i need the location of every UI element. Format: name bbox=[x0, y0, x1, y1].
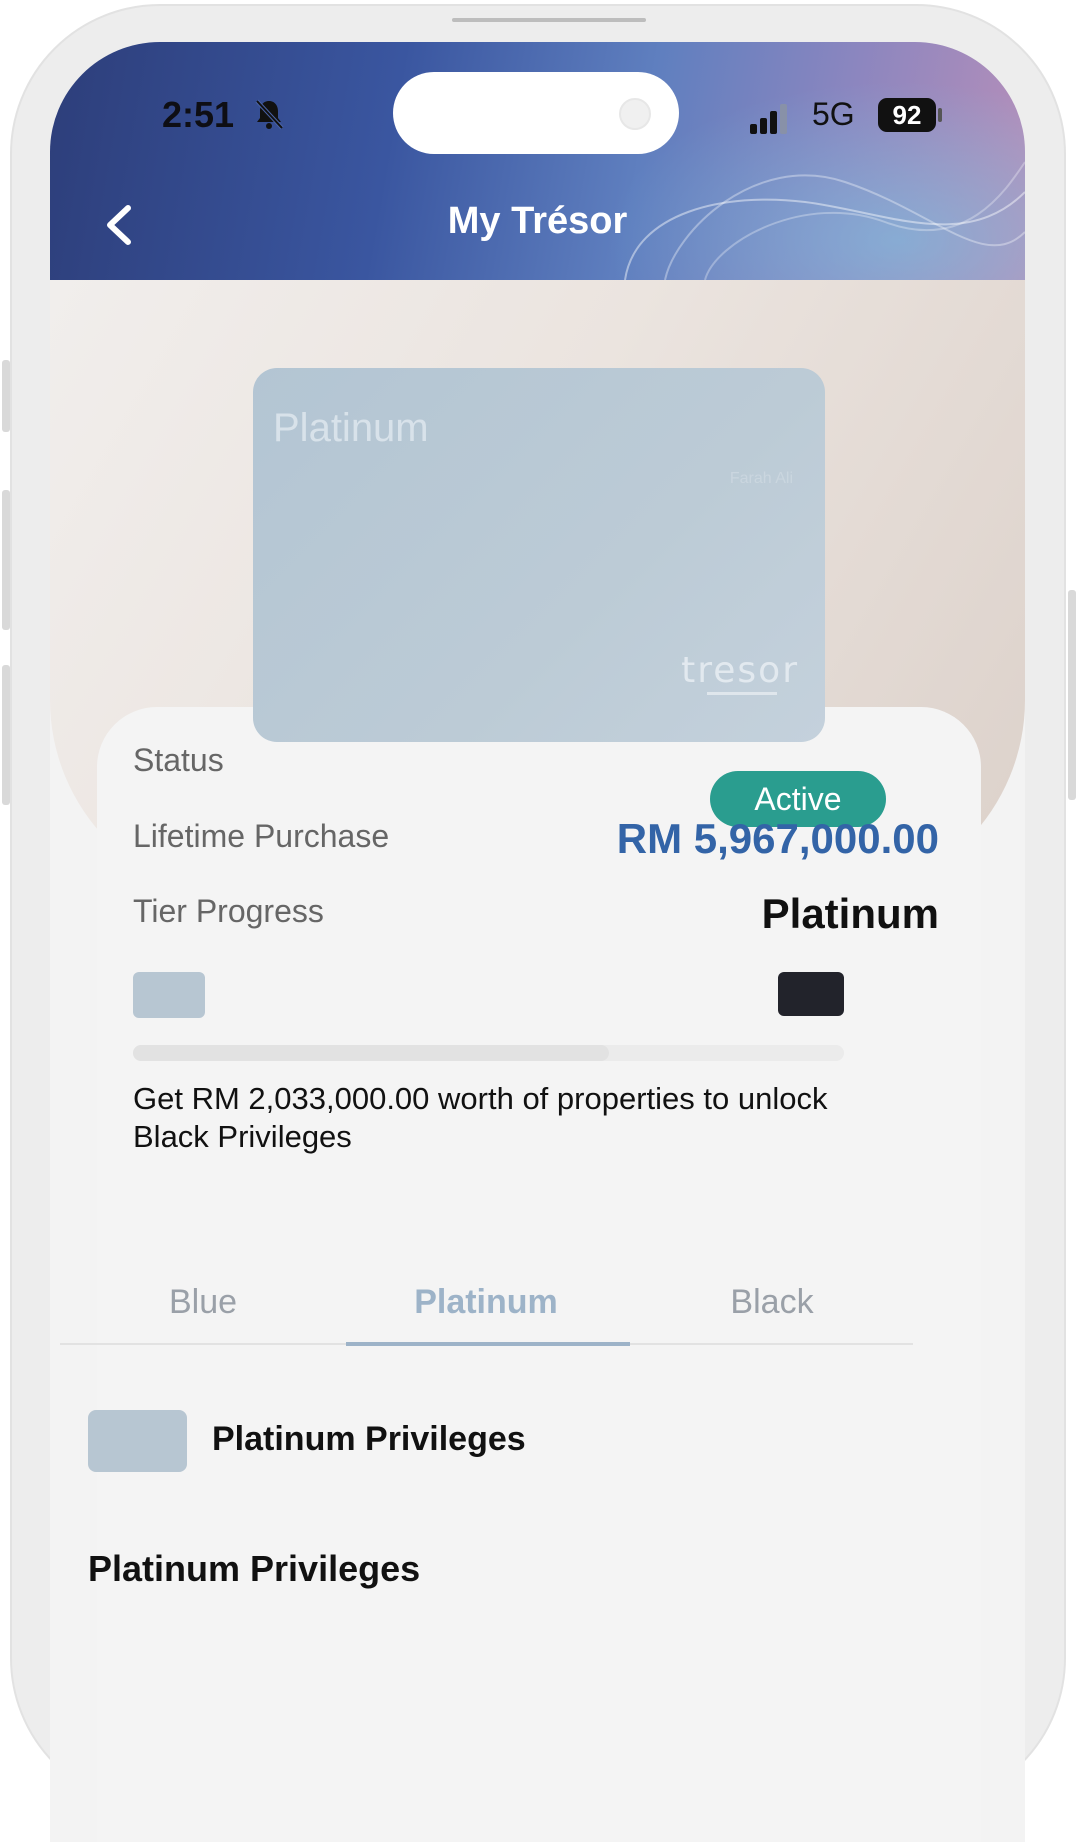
lifetime-purchase-label: Lifetime Purchase bbox=[133, 818, 390, 854]
tab-active-indicator bbox=[346, 1342, 630, 1346]
page-title: My Trésor bbox=[447, 200, 628, 242]
details-panel bbox=[97, 707, 981, 1842]
signal-icon bbox=[750, 104, 787, 134]
unlock-hint: Get RM 2,033,000.00 worth of properties … bbox=[133, 1081, 828, 1154]
card-holder-name: Farah Ali bbox=[729, 470, 793, 487]
frame-speaker bbox=[452, 18, 646, 22]
membership-card[interactable]: Platinum Farah Ali tresor bbox=[253, 368, 825, 742]
network-type: 5G bbox=[812, 96, 855, 132]
privileges-subtitle: Platinum Privileges bbox=[88, 1548, 421, 1589]
status-label: Status bbox=[133, 742, 224, 778]
volume-down-button bbox=[2, 665, 10, 805]
tab-platinum[interactable]: Platinum bbox=[336, 1283, 636, 1322]
status-bar: 2:51 5G 92 bbox=[50, 42, 1025, 172]
bell-muted-icon bbox=[255, 99, 284, 130]
dynamic-island bbox=[393, 72, 679, 154]
card-logo: tresor bbox=[681, 650, 799, 691]
battery-level: 92 bbox=[892, 100, 922, 130]
power-button bbox=[1068, 590, 1076, 800]
tier-progress-fill bbox=[133, 1045, 610, 1061]
volume-up-button bbox=[2, 490, 10, 630]
status-time: 2:51 bbox=[162, 94, 235, 135]
camera-icon bbox=[619, 98, 651, 130]
tier-progress-value: Platinum bbox=[761, 890, 939, 937]
card-tier-label: Platinum bbox=[273, 406, 429, 450]
battery-icon: 92 bbox=[878, 98, 936, 132]
mute-switch bbox=[2, 360, 10, 432]
tab-black[interactable]: Black bbox=[622, 1283, 922, 1322]
tier-progress-bar bbox=[133, 1045, 844, 1061]
card-logo-tagline bbox=[707, 692, 777, 695]
battery-cap bbox=[938, 108, 942, 122]
platinum-privileges-chip bbox=[88, 1410, 187, 1472]
privileges-title: Platinum Privileges bbox=[212, 1420, 526, 1458]
tier-progress-label: Tier Progress bbox=[133, 893, 324, 929]
platinum-tier-swatch bbox=[133, 972, 205, 1018]
tab-blue[interactable]: Blue bbox=[53, 1283, 353, 1322]
black-tier-swatch bbox=[778, 972, 844, 1016]
lifetime-purchase-value: RM 5,967,000.00 bbox=[616, 815, 939, 862]
